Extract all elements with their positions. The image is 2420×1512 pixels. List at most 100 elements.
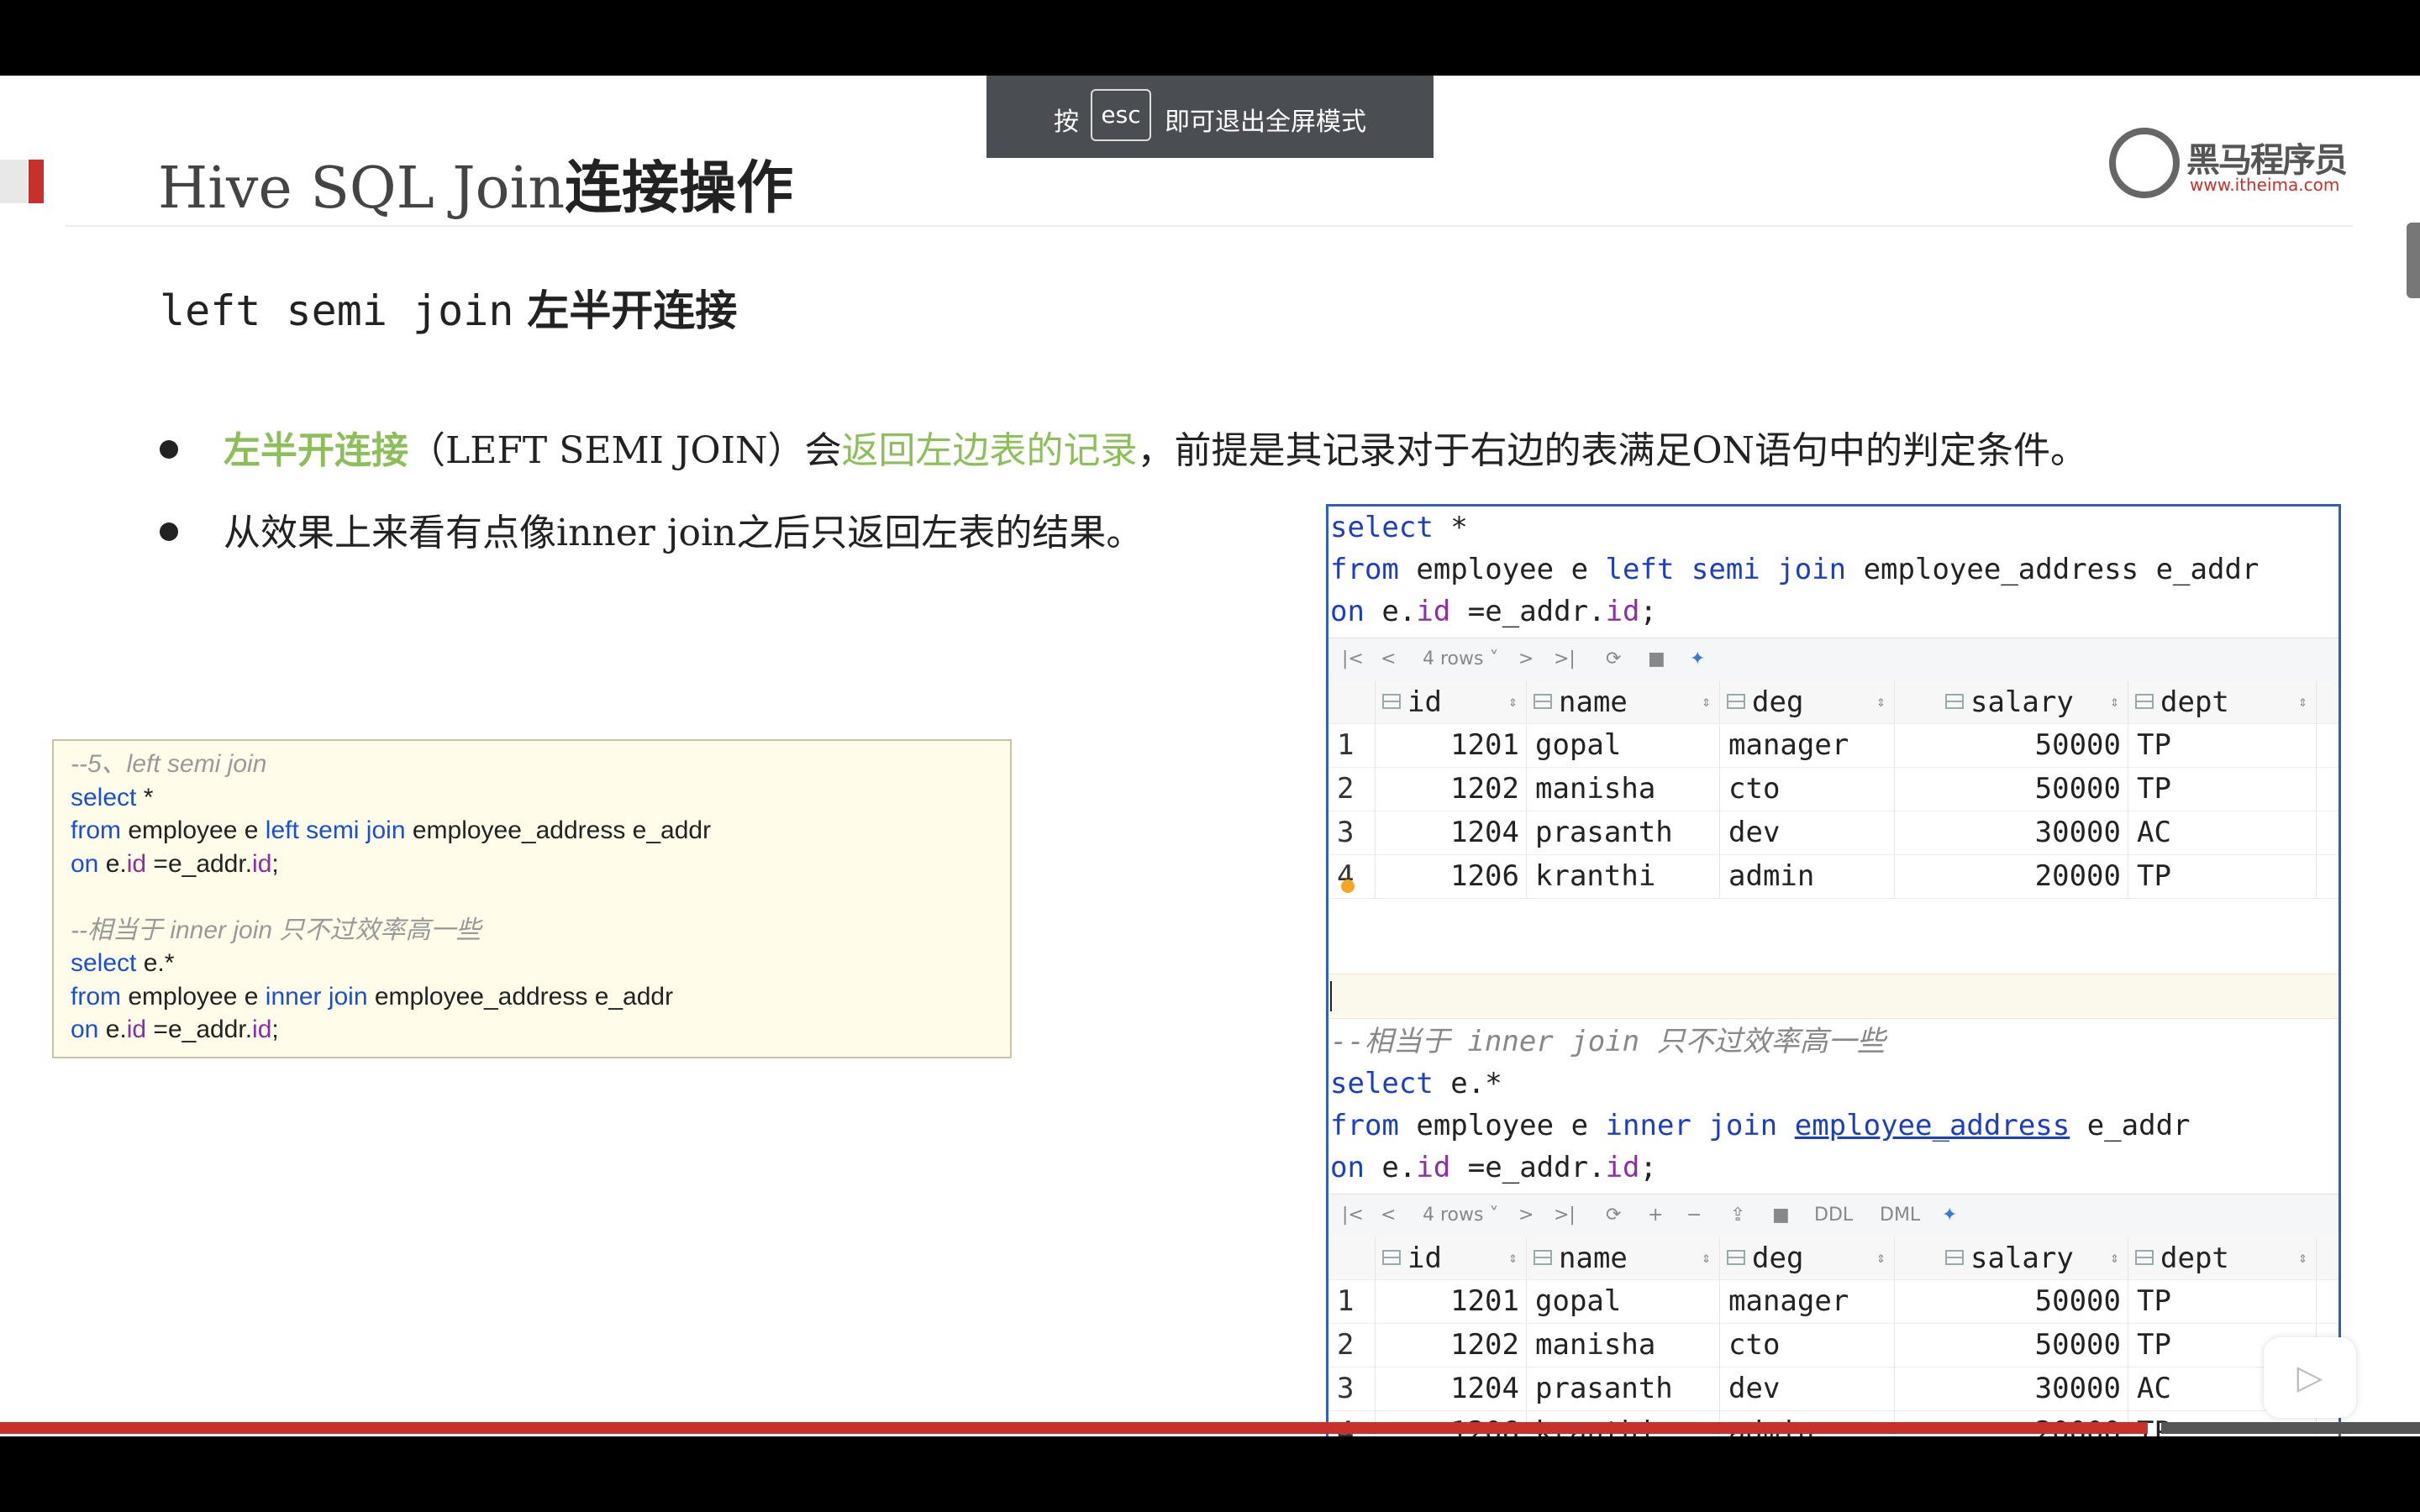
table-cell[interactable]: 30000	[1895, 811, 2128, 854]
table-cell[interactable]: dev	[1720, 811, 1895, 854]
editor-current-line[interactable]	[1328, 974, 2338, 1019]
table-cell[interactable]: manager	[1720, 724, 1895, 767]
query-2-line-3[interactable]: on e.id =e_addr.id;	[1330, 1147, 1657, 1189]
column-header-dept[interactable]: dept ⇕	[2128, 1237, 2317, 1279]
last-page-icon[interactable]: >|	[1554, 1205, 1576, 1226]
table-cell[interactable]: manisha	[1527, 1324, 1720, 1367]
table-cell[interactable]: 1206	[1376, 855, 1527, 898]
remove-row-icon[interactable]: −	[1686, 1205, 1702, 1226]
table-cell[interactable]: gopal	[1527, 724, 1720, 767]
rows-count-dropdown[interactable]: 4 rows ˅	[1423, 648, 1498, 669]
column-header-name[interactable]: name ⇕	[1527, 1237, 1720, 1279]
sort-icon[interactable]: ⇕	[2110, 681, 2119, 723]
table-cell[interactable]: 20000	[1895, 855, 2128, 898]
sort-icon[interactable]: ⇕	[1702, 1237, 1711, 1279]
table-cell[interactable]: cto	[1720, 768, 1895, 811]
column-header-label: id	[1407, 685, 1442, 719]
query-2-comment[interactable]: --相当于 inner join 只不过效率高一些	[1330, 1021, 1886, 1063]
stop-icon[interactable]: ■	[1772, 1205, 1790, 1226]
ddl-button[interactable]: DDL	[1814, 1205, 1853, 1226]
table-cell[interactable]: TP	[2128, 768, 2317, 811]
column-header-id[interactable]: id ⇕	[1376, 681, 1527, 723]
table-row[interactable]: 3 1204 prasanth dev 30000 AC	[1328, 811, 2338, 855]
dml-button[interactable]: DML	[1880, 1205, 1920, 1226]
table-cell[interactable]: TP	[2128, 1280, 2317, 1323]
sort-icon[interactable]: ⇕	[1876, 1237, 1886, 1279]
table-cell[interactable]: 50000	[1895, 1280, 2128, 1323]
play-button-icon[interactable]: ▷	[2264, 1337, 2356, 1418]
column-header-dept[interactable]: dept ⇕	[2128, 681, 2317, 723]
table-cell[interactable]: 1204	[1376, 1368, 1527, 1410]
table-cell[interactable]: 50000	[1895, 1324, 2128, 1367]
table-cell[interactable]: kranthi	[1527, 855, 1720, 898]
table-cell[interactable]: admin	[1720, 855, 1895, 898]
table-cell[interactable]: manager	[1720, 1280, 1895, 1323]
query-1-line-2[interactable]: from employee e left semi join employee_…	[1330, 549, 2259, 591]
submit-icon[interactable]: ⇪	[1730, 1205, 1745, 1226]
column-header-salary[interactable]: salary ⇕	[1895, 1237, 2128, 1279]
video-progress-remaining[interactable]	[2161, 1422, 2420, 1434]
pin-icon[interactable]: ✦	[1690, 648, 1705, 669]
code-line: on e.id =e_addr.id;	[71, 849, 279, 878]
table-cell[interactable]: 30000	[1895, 1368, 2128, 1410]
column-header-name[interactable]: name ⇕	[1527, 681, 1720, 723]
column-header-label: dept	[2160, 1242, 2229, 1275]
prev-page-icon[interactable]: <	[1381, 648, 1396, 669]
column-header-deg[interactable]: deg ⇕	[1720, 681, 1895, 723]
table-row[interactable]: 2 1202 manisha cto 50000 TP	[1328, 768, 2338, 811]
sort-icon[interactable]: ⇕	[1508, 1237, 1518, 1279]
sort-icon[interactable]: ⇕	[1702, 681, 1711, 723]
table-cell[interactable]: 1202	[1376, 1324, 1527, 1367]
result-grid-1: id ⇕ name ⇕ deg ⇕ salary ⇕ dept ⇕ 1 1201 gopal manage…	[1328, 681, 2338, 899]
query-2-line-2[interactable]: from employee e inner join employee_addr…	[1330, 1105, 2191, 1147]
table-cell[interactable]: manisha	[1527, 768, 1720, 811]
column-header-label: id	[1407, 1242, 1442, 1275]
table-cell[interactable]: prasanth	[1527, 1368, 1720, 1410]
table-row[interactable]: 2 1202 manisha cto 50000 TP	[1328, 1324, 2338, 1368]
table-cell[interactable]: gopal	[1527, 1280, 1720, 1323]
column-header-deg[interactable]: deg ⇕	[1720, 1237, 1895, 1279]
sort-icon[interactable]: ⇕	[2298, 681, 2307, 723]
table-row[interactable]: 1 1201 gopal manager 50000 TP	[1328, 724, 2338, 768]
table-cell[interactable]: dev	[1720, 1368, 1895, 1410]
sort-icon[interactable]: ⇕	[2298, 1237, 2307, 1279]
table-cell[interactable]: cto	[1720, 1324, 1895, 1367]
prev-page-icon[interactable]: <	[1381, 1205, 1396, 1226]
refresh-icon[interactable]: ⟳	[1606, 1205, 1621, 1226]
first-page-icon[interactable]: |<	[1342, 1205, 1364, 1226]
query-2-line-1[interactable]: select e.*	[1330, 1063, 1502, 1105]
stop-icon[interactable]: ■	[1648, 648, 1665, 669]
table-cell[interactable]: AC	[2128, 811, 2317, 854]
table-row[interactable]: 1 1201 gopal manager 50000 TP	[1328, 1280, 2338, 1324]
next-page-icon[interactable]: >	[1518, 648, 1534, 669]
column-icon	[1727, 1249, 1745, 1265]
table-cell[interactable]: 1201	[1376, 1280, 1527, 1323]
next-page-icon[interactable]: >	[1518, 1205, 1534, 1226]
sort-icon[interactable]: ⇕	[2110, 1237, 2119, 1279]
first-page-icon[interactable]: |<	[1342, 648, 1364, 669]
rows-count-dropdown[interactable]: 4 rows ˅	[1423, 1205, 1498, 1226]
pin-icon[interactable]: ✦	[1942, 1205, 1957, 1226]
query-1-line-1[interactable]: select *	[1330, 507, 1468, 549]
side-panel-handle[interactable]	[2407, 223, 2420, 298]
table-cell[interactable]: 50000	[1895, 768, 2128, 811]
column-header-id[interactable]: id ⇕	[1376, 1237, 1527, 1279]
sort-icon[interactable]: ⇕	[1508, 681, 1518, 723]
last-page-icon[interactable]: >|	[1554, 648, 1576, 669]
table-cell[interactable]: 1202	[1376, 768, 1527, 811]
column-header-salary[interactable]: salary ⇕	[1895, 681, 2128, 723]
refresh-icon[interactable]: ⟳	[1606, 648, 1621, 669]
bullet-item-1: 左半开连接（LEFT SEMI JOIN）会返回左边表的记录，前提是其记录对于右…	[160, 420, 2087, 474]
table-cell[interactable]: 1201	[1376, 724, 1527, 767]
table-row[interactable]: 3 1204 prasanth dev 30000 AC	[1328, 1368, 2338, 1411]
table-cell[interactable]: 50000	[1895, 724, 2128, 767]
add-row-icon[interactable]: +	[1648, 1205, 1663, 1226]
table-cell[interactable]: prasanth	[1527, 811, 1720, 854]
table-row[interactable]: 41206kranthiadmin20000TP	[1328, 855, 2338, 899]
query-1-line-3[interactable]: on e.id =e_addr.id;	[1330, 591, 1657, 633]
video-progress-played[interactable]	[0, 1422, 2148, 1434]
sort-icon[interactable]: ⇕	[1876, 681, 1886, 723]
table-cell[interactable]: TP	[2128, 855, 2317, 898]
table-cell[interactable]: 1204	[1376, 811, 1527, 854]
table-cell[interactable]: TP	[2128, 724, 2317, 767]
